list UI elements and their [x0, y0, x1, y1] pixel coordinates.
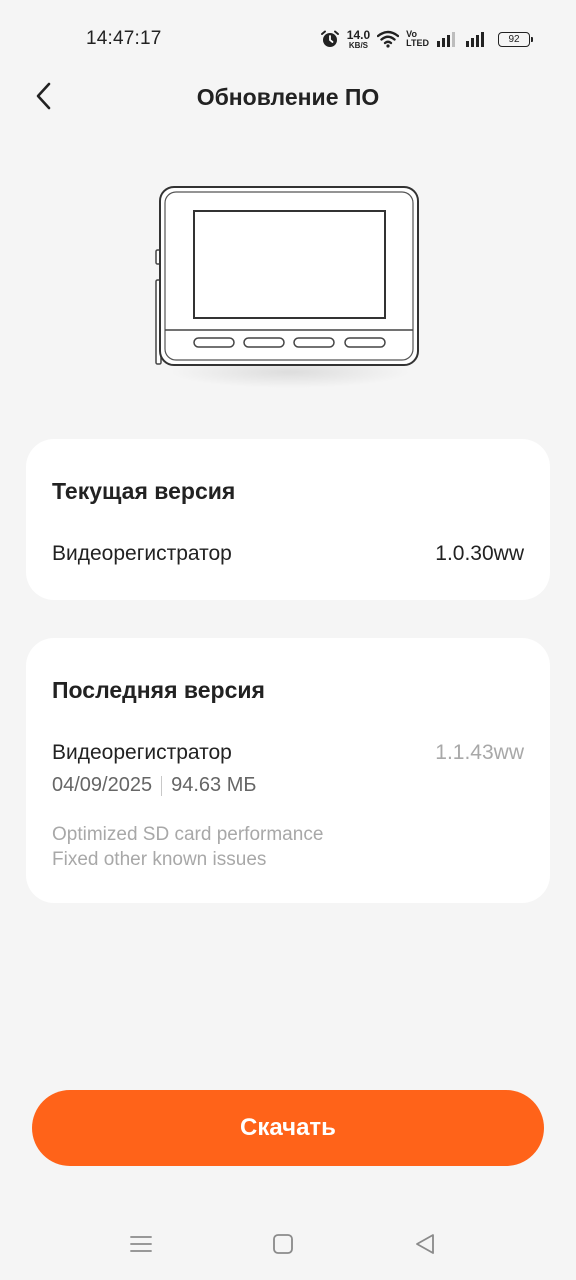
- status-time: 14:47:17: [86, 28, 162, 49]
- page-title: Обновление ПО: [196, 84, 380, 110]
- latest-version-title: Последняя версия: [52, 677, 265, 703]
- meta-divider: [161, 775, 163, 796]
- release-meta: 04/09/2025 94.63 МБ: [52, 774, 257, 797]
- nav-back-button[interactable]: [410, 1231, 440, 1261]
- release-size: 94.63 МБ: [171, 774, 257, 796]
- wifi-icon: [377, 30, 400, 48]
- recents-button[interactable]: [126, 1231, 156, 1261]
- current-version-title: Текущая версия: [52, 478, 236, 504]
- latest-version-value: 1.1.43ww: [435, 741, 524, 764]
- dashcam-illustration: [150, 180, 426, 400]
- current-version-value: 1.0.30ww: [435, 542, 524, 565]
- release-note-item: Fixed other known issues: [52, 849, 267, 870]
- latest-device-label: Видеорегистратор: [52, 741, 232, 764]
- battery-level: 92: [508, 33, 520, 45]
- release-note-item: Optimized SD card performance: [52, 824, 324, 845]
- signal-bars-icon: [436, 31, 458, 47]
- status-bar: 14:47:17 14.0 KB/S Vo LTED 92: [0, 0, 576, 76]
- latest-version-card: Последняя версия Видеорегистратор 1.1.43…: [26, 638, 550, 903]
- download-button[interactable]: Скачать: [32, 1090, 544, 1166]
- back-triangle-icon: [414, 1233, 436, 1260]
- header: Обновление ПО: [0, 70, 576, 126]
- status-icons: 14.0 KB/S Vo LTED 92: [320, 26, 533, 52]
- volte-bottom: LTED: [406, 38, 429, 48]
- home-square-icon: [272, 1233, 294, 1260]
- current-device-label: Видеорегистратор: [52, 542, 232, 565]
- signal-bars-icon: [465, 31, 491, 47]
- release-date: 04/09/2025: [52, 774, 153, 796]
- release-notes: Optimized SD card performance Fixed othe…: [52, 822, 323, 872]
- battery-indicator: 92: [498, 31, 533, 47]
- net-speed-value: 14.0: [346, 27, 371, 42]
- net-speed-unit: KB/S: [348, 40, 369, 50]
- volte-indicator: Vo LTED: [406, 30, 429, 48]
- home-button[interactable]: [268, 1231, 298, 1261]
- menu-icon: [130, 1234, 152, 1259]
- alarm-clock-icon: [320, 29, 340, 49]
- net-speed: 14.0 KB/S: [347, 29, 370, 50]
- current-version-card: Текущая версия Видеорегистратор 1.0.30ww: [26, 439, 550, 600]
- system-nav-bar: [0, 1215, 576, 1275]
